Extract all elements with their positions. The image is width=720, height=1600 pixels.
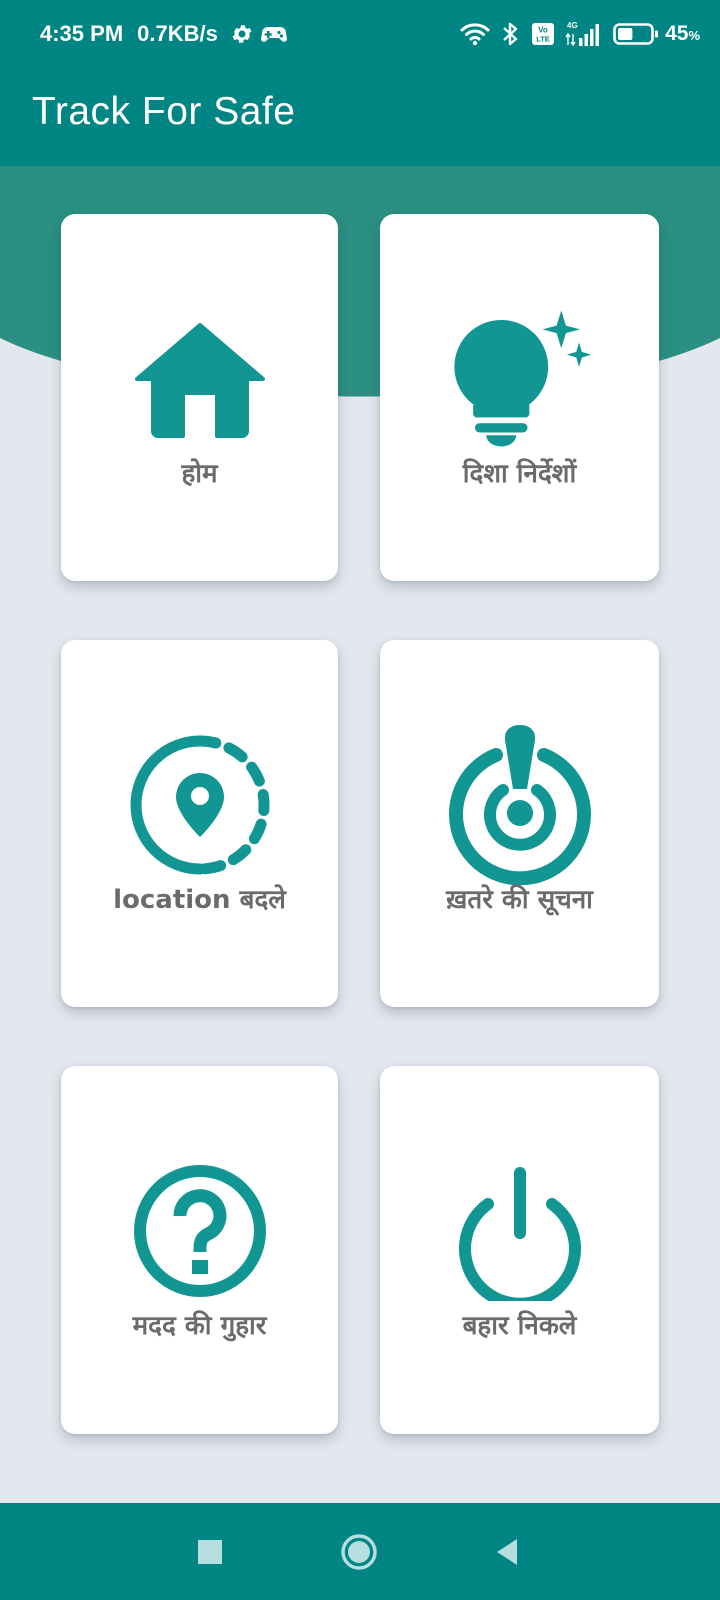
- network-speed: 0.7KB/s: [137, 21, 218, 46]
- volte-icon: Vo LTE: [532, 23, 555, 45]
- battery-percent-unit: %: [688, 28, 700, 43]
- battery-icon: [613, 23, 659, 45]
- tile-label: location बदले: [113, 885, 286, 915]
- location-change-icon: [125, 730, 275, 880]
- recents-button[interactable]: [187, 1529, 233, 1575]
- status-right: Vo LTE 4G 45%: [449, 18, 700, 50]
- home-icon: [125, 304, 275, 454]
- back-triangle-icon: [497, 1539, 517, 1565]
- tile-label: दिशा निर्देशों: [462, 459, 577, 489]
- bluetooth-icon: [503, 22, 518, 46]
- tile-change-location[interactable]: location बदले: [61, 640, 338, 1007]
- status-left: 4:35 PM 0.7KB/s: [40, 18, 288, 50]
- power-icon: [445, 1156, 595, 1306]
- status-bar: 4:35 PM 0.7KB/s Vo LTE 4G 45%: [0, 0, 720, 68]
- svg-text:LTE: LTE: [536, 35, 550, 44]
- tile-label: मदद की गुहार: [132, 1311, 267, 1341]
- help-icon: [125, 1156, 275, 1306]
- home-button[interactable]: [336, 1529, 382, 1575]
- network-type: 4G: [567, 21, 578, 30]
- settings-icon: [232, 25, 252, 43]
- danger-alert-icon: [445, 725, 595, 885]
- tile-label: होम: [181, 459, 218, 489]
- status-time: 4:35 PM: [40, 21, 124, 46]
- tile-home[interactable]: होम: [61, 214, 338, 581]
- svg-text:Vo: Vo: [538, 26, 548, 35]
- lightbulb-sparkle-icon: [445, 304, 595, 454]
- tile-help[interactable]: मदद की गुहार: [61, 1066, 338, 1434]
- tile-label: ख़तरे की सूचना: [446, 885, 593, 915]
- tile-label: बहार निकले: [462, 1311, 577, 1341]
- battery-percent: 45%: [665, 22, 700, 46]
- battery-percent-value: 45: [665, 22, 689, 45]
- app-title: Track For Safe: [32, 90, 296, 133]
- tile-danger-alert[interactable]: ख़तरे की सूचना: [380, 640, 659, 1007]
- circle-icon: [341, 1534, 377, 1570]
- signal-icon: 4G: [565, 21, 600, 47]
- wifi-icon: [460, 23, 490, 46]
- back-button[interactable]: [484, 1529, 530, 1575]
- tile-exit[interactable]: बहार निकले: [380, 1066, 659, 1434]
- tile-guidelines[interactable]: दिशा निर्देशों: [380, 214, 659, 581]
- square-icon: [198, 1540, 222, 1564]
- navigation-bar: [0, 1503, 720, 1600]
- app-bar: Track For Safe: [0, 68, 720, 166]
- game-controller-icon: [260, 27, 287, 42]
